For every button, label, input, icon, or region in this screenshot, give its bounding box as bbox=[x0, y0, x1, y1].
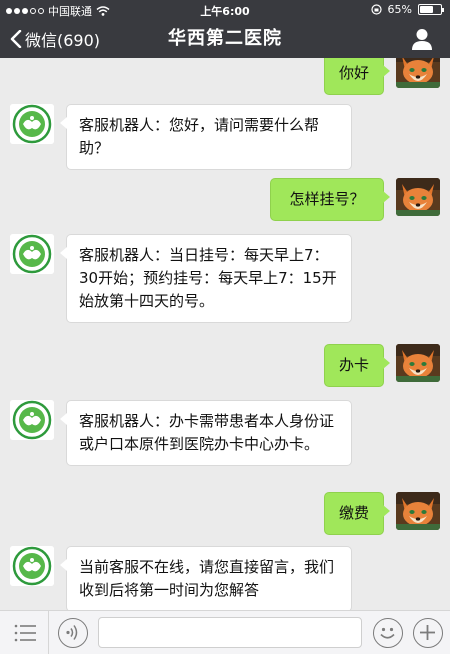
status-right: 65% bbox=[370, 3, 444, 16]
user-avatar[interactable] bbox=[396, 344, 440, 382]
message-bubble-bot[interactable]: 客服机器人：办卡需带患者本人身份证或户口本原件到医院办卡中心办卡。 bbox=[60, 400, 352, 466]
user-avatar[interactable] bbox=[396, 492, 440, 530]
message-input[interactable] bbox=[98, 617, 362, 648]
chat-area[interactable]: 你好 客服机器人：您好，请问需要什么帮助？ 怎样挂号？ 客服机器人：当日挂号：每… bbox=[0, 58, 450, 610]
hospital-logo-avatar[interactable] bbox=[10, 546, 54, 586]
hospital-logo-image bbox=[10, 546, 54, 586]
hospital-logo-avatar[interactable] bbox=[10, 400, 54, 440]
fox-avatar-image bbox=[396, 492, 440, 530]
message-bubble-user[interactable]: 办卡 bbox=[324, 344, 390, 387]
hospital-logo-avatar[interactable] bbox=[10, 234, 54, 274]
message-bubble-bot[interactable]: 客服机器人：当日挂号：每天早上7：30开始；预约挂号：每天早上7：15开始放第十… bbox=[60, 234, 352, 323]
battery-icon bbox=[418, 4, 444, 15]
plus-icon[interactable] bbox=[413, 618, 443, 648]
divider bbox=[48, 611, 49, 654]
hospital-logo-image bbox=[10, 234, 54, 274]
hospital-logo-avatar[interactable] bbox=[10, 104, 54, 144]
fox-avatar-image bbox=[396, 178, 440, 216]
status-bar: 中国联通 上午6:00 65% bbox=[0, 0, 450, 20]
hospital-logo-image bbox=[10, 104, 54, 144]
battery-percent: 65% bbox=[387, 3, 412, 16]
input-bar bbox=[0, 610, 450, 654]
person-icon[interactable] bbox=[410, 27, 434, 51]
fox-avatar-image bbox=[396, 344, 440, 382]
user-avatar[interactable] bbox=[396, 178, 440, 216]
hospital-logo-image bbox=[10, 400, 54, 440]
menu-icon[interactable] bbox=[14, 623, 38, 643]
nav-bar: 微信(690) 华西第二医院 bbox=[0, 20, 450, 58]
lock-rotation-icon bbox=[370, 4, 382, 15]
message-bubble-bot[interactable]: 当前客服不在线，请您直接留言，我们收到后将第一时间为您解答 bbox=[60, 546, 352, 610]
voice-waves-icon bbox=[66, 625, 78, 640]
page-title: 华西第二医院 bbox=[168, 28, 282, 49]
plus-sign-icon bbox=[420, 625, 435, 640]
voice-icon[interactable] bbox=[58, 618, 88, 648]
message-bubble-user[interactable]: 缴费 bbox=[324, 492, 390, 535]
message-bubble-bot[interactable]: 客服机器人：您好，请问需要什么帮助？ bbox=[60, 104, 352, 170]
message-bubble-user[interactable]: 怎样挂号？ bbox=[270, 178, 390, 221]
message-bubble-user[interactable]: 你好 bbox=[324, 58, 390, 95]
user-avatar[interactable] bbox=[396, 58, 440, 88]
fox-avatar-image bbox=[396, 58, 440, 88]
emoji-icon[interactable] bbox=[373, 618, 403, 648]
smile-icon bbox=[380, 627, 395, 639]
